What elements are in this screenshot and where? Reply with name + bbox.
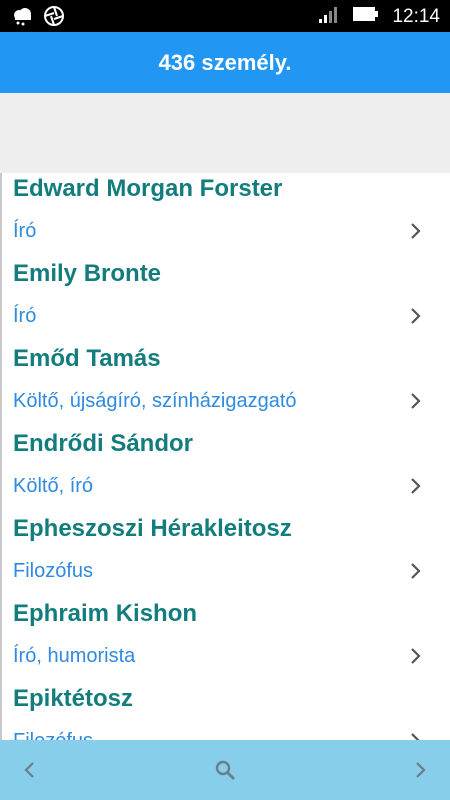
person-role: Író <box>13 305 37 327</box>
chevron-right-icon <box>411 478 421 494</box>
chevron-right-icon[interactable] <box>408 758 432 782</box>
list-item[interactable]: Epiktétosz Filozófus <box>0 683 450 740</box>
list-item[interactable]: Epheszoszi Hérakleitosz Filozófus <box>0 513 450 598</box>
person-role: Filozófus <box>13 560 94 582</box>
search-icon[interactable] <box>213 758 237 782</box>
chevron-right-icon <box>411 733 420 740</box>
person-role: Költő, író <box>13 475 94 497</box>
list-item[interactable]: Ephraim Kishon Író, humorista <box>0 598 450 683</box>
person-name: Ephraim Kishon <box>13 600 198 627</box>
people-list: Edward Morgan Forster Író Emily Bronte Í… <box>0 173 450 740</box>
search-area[interactable] <box>0 93 450 173</box>
chevron-right-icon <box>411 563 421 579</box>
chevron-right-icon <box>411 393 421 409</box>
list-item[interactable]: Edward Morgan Forster Író <box>0 173 450 258</box>
status-time: 12:14 <box>392 5 440 27</box>
status-bar: 12:14 <box>0 0 450 32</box>
chevron-right-icon <box>411 223 421 239</box>
person-role: Költő, újságíró, színházigazgató <box>13 390 297 412</box>
person-name: Epheszoszi Hérakleitosz <box>13 515 292 542</box>
person-name: Emily Bronte <box>13 260 162 287</box>
person-name: Endrődi Sándor <box>13 430 193 457</box>
bottom-nav-bar <box>0 740 450 800</box>
list-item[interactable]: Emily Bronte Író <box>0 258 450 343</box>
person-name: Epiktétosz <box>13 685 134 712</box>
chevron-left-icon[interactable] <box>18 758 42 782</box>
person-role: Író, humorista <box>13 645 136 667</box>
page-title: 436 személy. <box>0 32 450 93</box>
chevron-right-icon <box>411 648 421 664</box>
person-role: Filozófus <box>13 730 93 740</box>
list-item[interactable]: Endrődi Sándor Költő, író <box>0 428 450 513</box>
list-item[interactable]: Emőd Tamás Költő, újságíró, színházigazg… <box>0 343 450 428</box>
person-role: Író <box>13 220 37 242</box>
person-name: Emőd Tamás <box>13 345 161 372</box>
weather-cloud-icon <box>12 6 34 31</box>
battery-icon <box>352 5 380 28</box>
signal-icon <box>318 4 340 29</box>
person-name: Edward Morgan Forster <box>13 175 283 202</box>
aperture-icon <box>44 6 64 31</box>
chevron-right-icon <box>411 308 421 324</box>
